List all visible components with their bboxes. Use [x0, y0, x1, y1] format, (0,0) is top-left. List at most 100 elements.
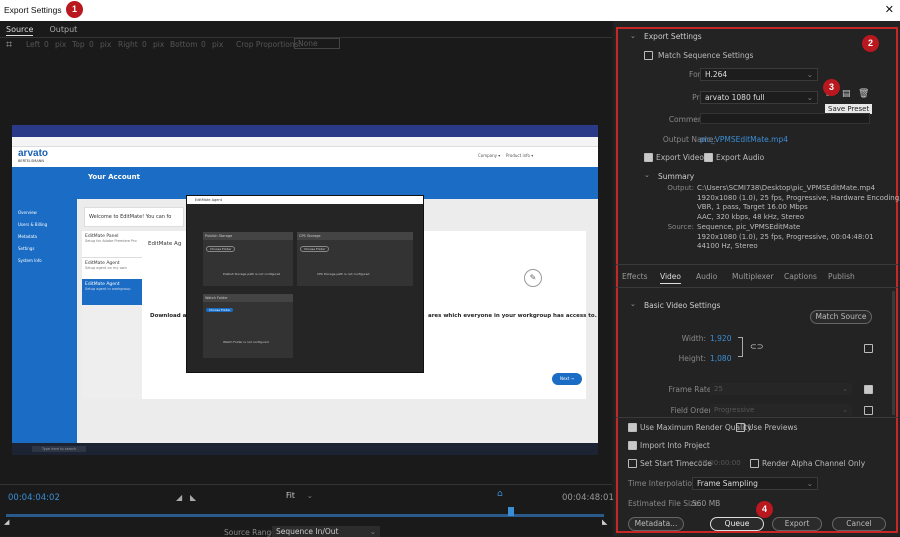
crop-icon[interactable]: ⌗ [6, 38, 12, 52]
edit-icon: ✎ [524, 269, 542, 287]
arvato-logo: arvato [18, 148, 49, 159]
windows-taskbar: Type here to search [12, 443, 598, 455]
crop-bottom-label: Bottom [170, 40, 198, 49]
window-title: Export Settings [4, 5, 62, 15]
export-settings-panel: ⌄ Export Settings 2 Match Sequence Setti… [614, 21, 900, 536]
collapse-export-icon[interactable]: ⌄ [630, 32, 636, 40]
match-sequence-checkbox[interactable] [644, 51, 653, 60]
range-end-handle[interactable]: ◣ [602, 518, 607, 526]
browser-tabbar [12, 125, 598, 137]
range-start-handle[interactable]: ◢ [4, 518, 9, 526]
crop-right-value[interactable]: 0 [142, 40, 147, 49]
editmate-panel-list: EditMate Panel Setup for Adobe Premiere P… [82, 231, 142, 399]
max-render-quality-label: Use Maximum Render Quality [640, 423, 752, 432]
field-order-label: Field Order: [670, 406, 714, 415]
summary-header: Summary [658, 172, 695, 181]
tab-captions[interactable]: Captions [784, 272, 817, 281]
tab-video[interactable]: Video [660, 272, 682, 284]
site-sidebar: Overview Users & Billing Metadata Settin… [12, 199, 77, 443]
editmate-agent-tab: EditMate Ag [148, 241, 182, 247]
import-into-project-label: Import Into Project [640, 441, 710, 450]
match-sequence-label: Match Sequence Settings [658, 51, 754, 60]
tab-effects[interactable]: Effects [622, 272, 648, 281]
step-badge-4: 4 [756, 501, 773, 518]
field-order-override-checkbox[interactable] [864, 406, 873, 415]
sidebar-item-users: Users & Billing [18, 222, 48, 227]
field-order-select[interactable]: Progressive ⌄ [710, 404, 852, 416]
format-select[interactable]: H.264 ⌄ [700, 68, 818, 81]
tab-publish[interactable]: Publish [828, 272, 855, 281]
playhead[interactable] [508, 507, 514, 516]
export-video-checkbox[interactable] [644, 153, 653, 162]
export-audio-label: Export Audio [716, 153, 765, 162]
crop-top-value[interactable]: 0 [89, 40, 94, 49]
timeline-bar[interactable] [6, 514, 604, 517]
time-interpolation-label: Time Interpolation: [628, 479, 700, 488]
width-label: Width: [681, 334, 706, 343]
file-size-label: Estimated File Size: [628, 499, 702, 508]
output-label: Output: [667, 184, 694, 192]
metadata-button[interactable]: Metadata... [628, 517, 684, 531]
title-bar: Export Settings ✕ [0, 0, 900, 21]
max-render-quality-checkbox[interactable] [628, 423, 637, 432]
step-badge-3: 3 [823, 79, 840, 96]
render-alpha-label: Render Alpha Channel Only [762, 459, 866, 468]
crop-right-label: Right [118, 40, 138, 49]
tab-source[interactable]: Source [6, 25, 34, 36]
current-timecode[interactable]: 00:04:04:02 [8, 493, 60, 503]
frame-rate-select[interactable]: 25 ⌄ [710, 383, 852, 395]
mark-out-icon[interactable]: ◣ [190, 493, 196, 502]
delete-preset-icon[interactable]: 🗑 [858, 89, 869, 99]
tab-audio[interactable]: Audio [696, 272, 717, 281]
video-settings-scrollbar[interactable] [892, 291, 895, 415]
source-range-select[interactable]: Sequence In/Out ⌄ [272, 526, 380, 537]
start-timecode-value[interactable]: 00:00:00:00 [698, 459, 741, 467]
close-icon[interactable]: ✕ [885, 3, 894, 16]
export-button[interactable]: Export [772, 517, 822, 531]
collapse-summary-icon[interactable]: ⌄ [644, 171, 650, 179]
step-badge-1: 1 [66, 1, 83, 18]
width-value[interactable]: 1,920 [710, 334, 731, 343]
playhead-icon[interactable]: ⌂ [497, 489, 503, 499]
render-alpha-checkbox[interactable] [750, 459, 759, 468]
menu-company: Company ▾ [478, 153, 501, 158]
import-into-project-checkbox[interactable] [628, 441, 637, 450]
tab-output[interactable]: Output [49, 25, 77, 34]
export-video-label: Export Video [656, 153, 704, 162]
export-settings-header: Export Settings [644, 32, 702, 41]
height-value[interactable]: 1,080 [710, 354, 731, 363]
zoom-select[interactable]: Fit ⌄ [286, 491, 326, 503]
use-previews-label: Use Previews [748, 423, 798, 432]
crop-proportions-select[interactable]: None [294, 38, 340, 49]
export-audio-checkbox[interactable] [704, 153, 713, 162]
link-dimensions-icon[interactable]: ⊂⊃ [750, 342, 763, 351]
mark-in-icon[interactable]: ◢ [176, 493, 182, 502]
import-preset-icon[interactable]: ▤ [842, 89, 851, 99]
source-summary: Sequence, pic_VPMSEditMate 1920x1080 (1.0… [697, 223, 874, 250]
crop-top-label: Top [72, 40, 85, 49]
crop-proportions-label: Crop Proportions: [236, 40, 302, 49]
collapse-video-icon[interactable]: ⌄ [630, 300, 636, 308]
cancel-button[interactable]: Cancel [832, 517, 886, 531]
match-source-button[interactable]: Match Source [810, 310, 872, 324]
dimension-override-checkbox[interactable] [864, 344, 873, 353]
crop-bottom-value[interactable]: 0 [201, 40, 206, 49]
queue-button[interactable]: Queue [710, 517, 764, 531]
preset-select[interactable]: arvato 1080 full ⌄ [700, 91, 818, 104]
set-start-timecode-checkbox[interactable] [628, 459, 637, 468]
crop-left-value[interactable]: 0 [44, 40, 49, 49]
source-panel: Source Output ⌗ Left 0 pix Top 0 pix Righ… [0, 21, 614, 537]
frame-rate-override-checkbox[interactable] [864, 385, 873, 394]
frame-rate-label: Frame Rate: [668, 385, 714, 394]
welcome-text: Welcome to EditMate! You can fo [89, 214, 172, 220]
height-label: Height: [678, 354, 706, 363]
basic-video-header: Basic Video Settings [644, 301, 721, 310]
time-interpolation-select[interactable]: Frame Sampling ⌄ [692, 477, 818, 490]
use-previews-checkbox[interactable] [736, 423, 745, 432]
output-name-link[interactable]: pic_VPMSEditMate.mp4 [700, 135, 788, 144]
tab-multiplexer[interactable]: Multiplexer [732, 272, 774, 281]
comments-input[interactable] [700, 113, 870, 124]
sidebar-item-system-info: System Info [18, 258, 42, 263]
sidebar-item-settings: Settings [18, 246, 35, 251]
browser-addressbar [12, 137, 598, 147]
